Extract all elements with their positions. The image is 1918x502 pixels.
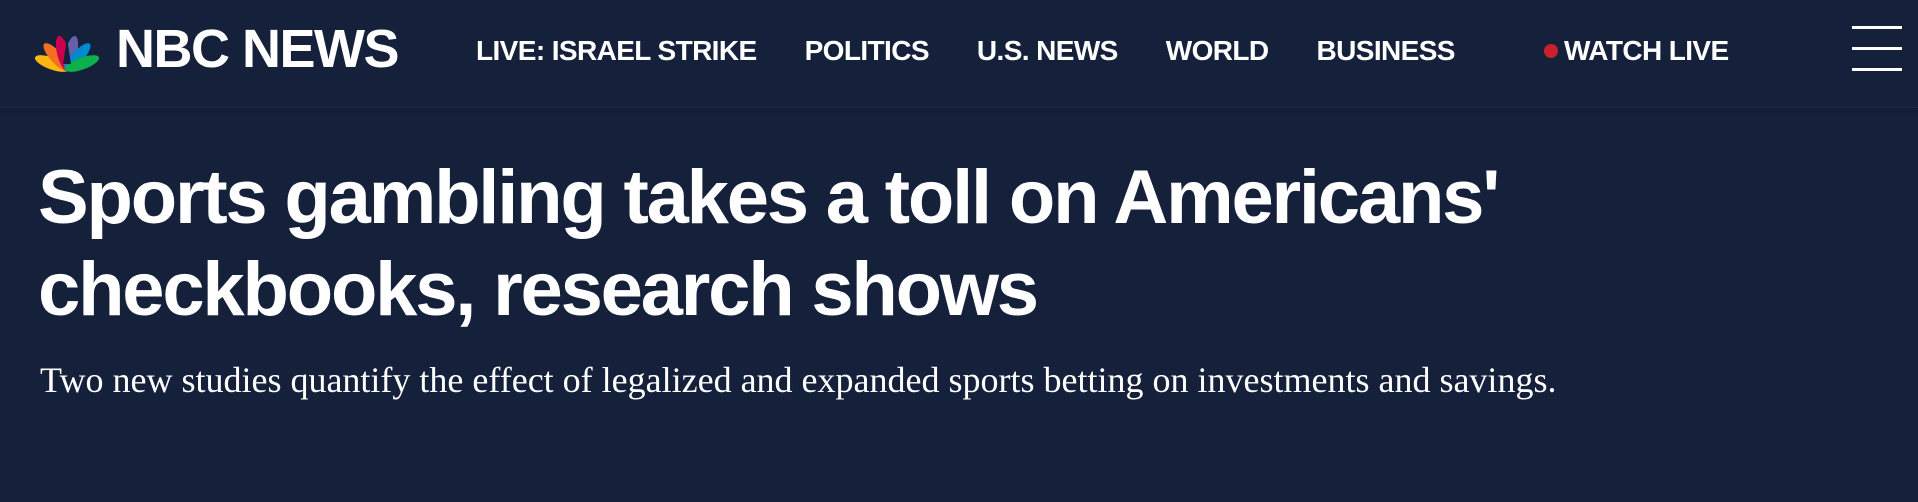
nav-item-world[interactable]: WORLD [1166,34,1269,68]
article-headline: Sports gambling takes a toll on American… [38,152,1738,336]
nbc-news-logo[interactable]: NBC NEWS [30,19,400,79]
nbc-peacock-icon [34,35,100,72]
logo-wordmark: NBC NEWS [116,19,400,79]
menu-bar [1852,68,1902,71]
headline-line-2: checkbooks, research shows [38,247,1039,332]
article-dek: Two new studies quantify the effect of l… [40,360,1557,400]
nav-item-live-israel-strike[interactable]: LIVE: ISRAEL STRIKE [476,34,757,68]
nav-item-business[interactable]: BUSINESS [1317,34,1456,68]
watch-live-label: WATCH LIVE [1564,35,1729,66]
menu-bar [1852,26,1902,29]
headline-line-1: Sports gambling takes a toll on American… [38,155,1500,240]
menu-bar [1852,47,1902,50]
main-nav: LIVE: ISRAEL STRIKE POLITICS U.S. NEWS W… [476,34,1503,68]
nav-item-us-news[interactable]: U.S. NEWS [977,34,1118,68]
nav-item-politics[interactable]: POLITICS [805,34,930,68]
watch-live-link[interactable]: WATCH LIVE [1544,34,1729,68]
site-header: NBC NEWS LIVE: ISRAEL STRIKE POLITICS U.… [0,0,1918,108]
live-indicator-dot [1544,44,1558,58]
hamburger-menu-icon[interactable] [1852,26,1902,72]
